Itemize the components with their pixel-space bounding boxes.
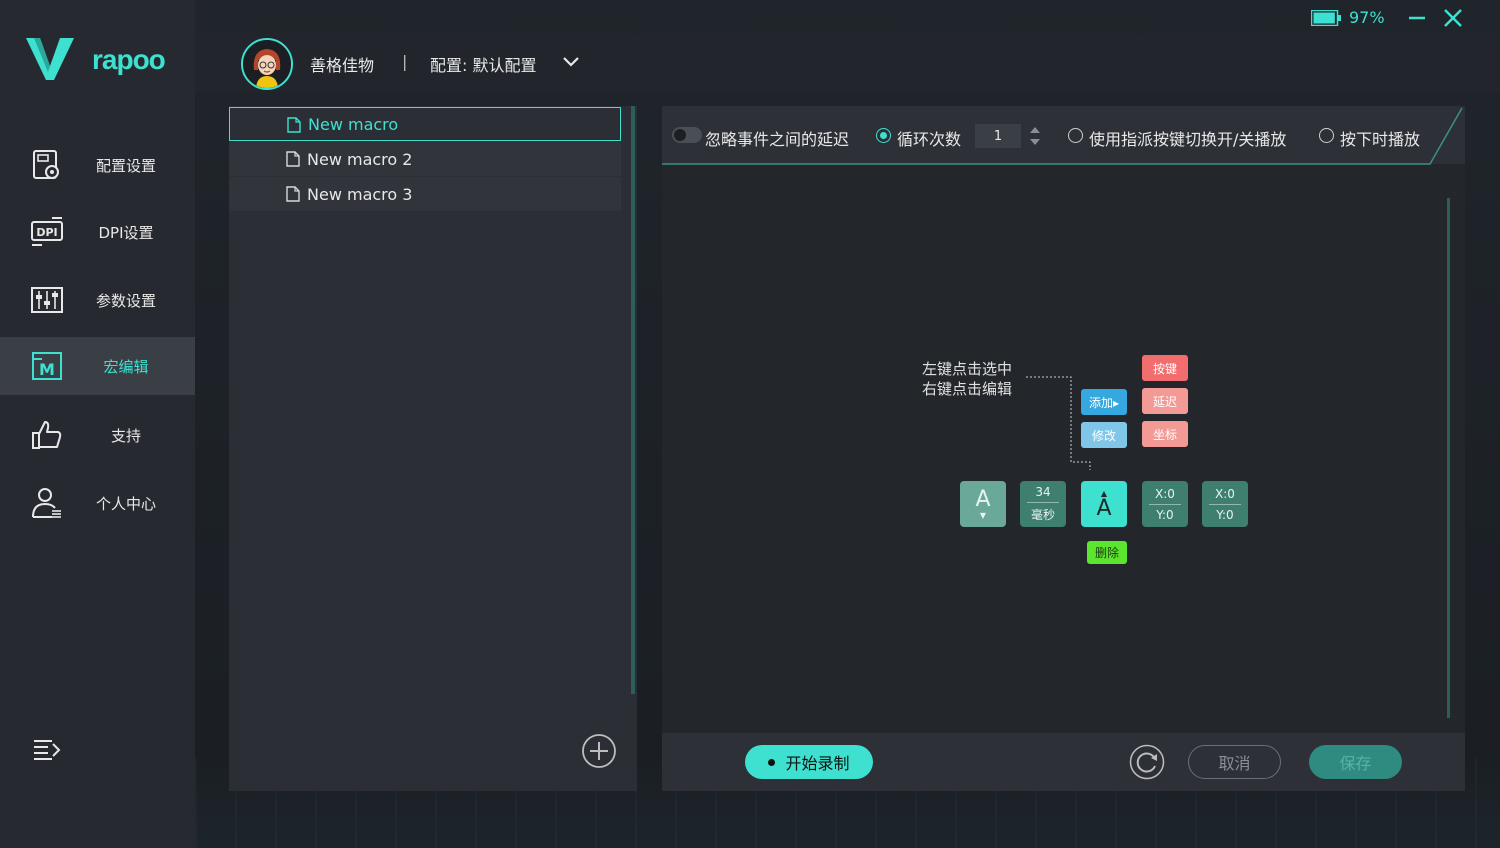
coord-y: Y:0 bbox=[1156, 507, 1174, 522]
macro-name: New macro 3 bbox=[307, 184, 413, 204]
document-icon bbox=[286, 151, 300, 167]
toggle-play-radio[interactable] bbox=[1068, 128, 1083, 143]
editor-scrollbar[interactable] bbox=[1447, 198, 1450, 718]
coord-x: X:0 bbox=[1155, 486, 1175, 501]
profile-settings-icon bbox=[33, 150, 59, 179]
coord-y: Y:0 bbox=[1216, 507, 1234, 522]
sidebar-item-label: 配置设置 bbox=[96, 156, 157, 175]
hint-left-click: 左键点击选中 bbox=[922, 360, 1013, 378]
sample-coord-card: X:0 Y:0 bbox=[1142, 481, 1188, 527]
header-separator: | bbox=[402, 52, 408, 71]
macro-list-item[interactable]: New macro bbox=[229, 107, 621, 141]
sidebar-item-support[interactable]: 支持 bbox=[0, 406, 195, 464]
macro-list-item[interactable]: New macro 3 bbox=[229, 177, 621, 211]
dpi-icon: DPI bbox=[31, 217, 63, 246]
document-icon bbox=[286, 186, 300, 202]
toggle-play-label: 使用指派按键切换开/关播放 bbox=[1089, 130, 1287, 149]
coord-x: X:0 bbox=[1215, 486, 1235, 501]
battery-icon bbox=[1311, 10, 1341, 26]
sidebar-item-label: 支持 bbox=[110, 426, 141, 445]
current-profile[interactable]: 配置: 默认配置 bbox=[430, 52, 536, 76]
ignore-delay-toggle[interactable] bbox=[672, 127, 702, 143]
arrow-down-icon: ▼ bbox=[979, 510, 987, 520]
delay-unit: 毫秒 bbox=[1030, 508, 1055, 522]
card-divider bbox=[1027, 502, 1059, 503]
sample-key-down-card: A ▼ bbox=[960, 481, 1006, 527]
profile-bar bbox=[195, 34, 1500, 92]
cancel-button[interactable]: 取消 bbox=[1188, 745, 1281, 779]
loop-count-label: 循环次数 bbox=[897, 130, 962, 149]
sidebar-item-parameters[interactable]: 参数设置 bbox=[0, 271, 195, 329]
hold-play-radio[interactable] bbox=[1319, 128, 1334, 143]
sidebar-item-dpi[interactable]: DPI DPI设置 bbox=[0, 203, 195, 261]
add-tag: 添加▸ bbox=[1081, 389, 1127, 415]
user-icon bbox=[32, 488, 61, 518]
macro-list-scrollbar[interactable] bbox=[631, 106, 635, 694]
key-tag: 按键 bbox=[1142, 355, 1188, 381]
close-icon[interactable] bbox=[1442, 7, 1464, 29]
key-letter: A bbox=[975, 486, 991, 512]
sidebar-item-profile-settings[interactable]: 配置设置 bbox=[0, 136, 195, 194]
avatar[interactable] bbox=[241, 38, 293, 90]
sample-delay-card: 34 毫秒 bbox=[1020, 481, 1066, 527]
avatar-girl-icon bbox=[243, 40, 291, 88]
delay-tag: 延迟 bbox=[1142, 388, 1188, 414]
macro-list-item[interactable]: New macro 2 bbox=[229, 142, 621, 176]
thumbs-up-icon bbox=[32, 421, 62, 449]
sidebar-item-user-center[interactable]: 个人中心 bbox=[0, 474, 195, 532]
add-macro-button[interactable] bbox=[581, 733, 617, 769]
minimize-icon[interactable] bbox=[1407, 8, 1427, 28]
delete-tag: 删除 bbox=[1087, 541, 1127, 564]
svg-text:M: M bbox=[39, 360, 55, 379]
key-letter: A bbox=[1096, 495, 1112, 521]
macro-icon: M bbox=[32, 352, 62, 380]
brand-name: rapoo bbox=[92, 44, 166, 75]
sliders-icon bbox=[31, 287, 63, 313]
sidebar-item-label: 参数设置 bbox=[96, 291, 157, 310]
battery-percent: 97% bbox=[1349, 8, 1385, 27]
svg-text:DPI: DPI bbox=[36, 226, 57, 239]
modify-tag: 修改 bbox=[1081, 422, 1127, 448]
username: 善格佳物 bbox=[310, 56, 375, 75]
reset-button[interactable] bbox=[1129, 744, 1165, 780]
card-divider bbox=[1149, 503, 1181, 505]
brand-logo: rapoo bbox=[24, 36, 174, 86]
loop-count-stepper[interactable] bbox=[1029, 124, 1041, 148]
sidebar: rapoo 配置设置 DPI DPI设置 参数设置 M 宏编辑 支持 个人中心 bbox=[0, 0, 195, 848]
card-divider bbox=[1209, 503, 1241, 505]
document-icon bbox=[287, 117, 301, 133]
hint-right-click: 右键点击编辑 bbox=[922, 380, 1013, 398]
coord-tag: 坐标 bbox=[1142, 421, 1188, 447]
macro-name: New macro 2 bbox=[307, 149, 413, 169]
sidebar-item-label: DPI设置 bbox=[98, 223, 154, 242]
sample-coord-card: X:0 Y:0 bbox=[1202, 481, 1248, 527]
sample-key-up-card: ▲ A bbox=[1081, 481, 1127, 527]
start-recording-label: 开始录制 bbox=[785, 754, 850, 773]
hold-play-label: 按下时播放 bbox=[1340, 130, 1421, 149]
delay-value: 34 bbox=[1035, 485, 1051, 499]
v-logo-icon bbox=[26, 38, 74, 80]
sidebar-item-label: 宏编辑 bbox=[103, 357, 149, 376]
sidebar-item-macro[interactable]: M 宏编辑 bbox=[0, 337, 195, 395]
ignore-delay-label: 忽略事件之间的延迟 bbox=[705, 130, 850, 149]
collapse-menu-icon[interactable] bbox=[32, 736, 62, 764]
sidebar-item-label: 个人中心 bbox=[96, 494, 157, 513]
chevron-down-icon[interactable] bbox=[562, 55, 580, 69]
record-dot-icon bbox=[768, 758, 776, 766]
start-recording-button[interactable]: 开始录制 bbox=[745, 745, 873, 779]
loop-count-radio[interactable] bbox=[876, 128, 891, 143]
save-button[interactable]: 保存 bbox=[1309, 745, 1402, 779]
loop-count-input[interactable] bbox=[975, 124, 1021, 148]
macro-name: New macro bbox=[308, 114, 399, 134]
